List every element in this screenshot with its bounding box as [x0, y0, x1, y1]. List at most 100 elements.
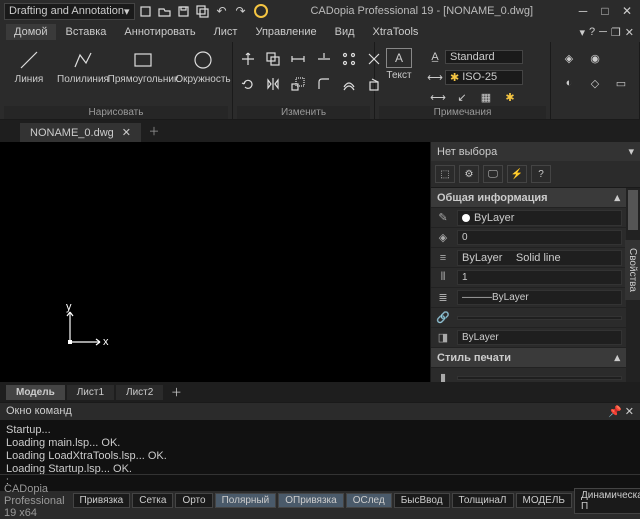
- tool-offset[interactable]: [338, 73, 360, 95]
- prop-layer[interactable]: 0: [457, 230, 622, 245]
- prop-plotstyle[interactable]: [457, 376, 622, 380]
- tool-copy[interactable]: [262, 48, 284, 70]
- tool-polyline[interactable]: Полилиния: [58, 48, 108, 85]
- dimstyle-dropdown[interactable]: ✱ISO-25: [445, 70, 523, 85]
- linetype-icon: ≡: [435, 252, 451, 264]
- textstyle-dropdown[interactable]: Standard: [445, 50, 523, 64]
- menu-insert[interactable]: Вставка: [58, 24, 115, 40]
- help-icon[interactable]: ?: [531, 165, 551, 183]
- chevron-down-icon[interactable]: ▾: [579, 26, 585, 39]
- workspace-dropdown[interactable]: Drafting and Annotation ▾: [4, 3, 135, 20]
- tool-trim[interactable]: [313, 48, 335, 70]
- tab-sheet2[interactable]: Лист2: [116, 385, 163, 400]
- quickselect-icon[interactable]: ⚙: [459, 165, 479, 183]
- prop-ltscale[interactable]: 1: [457, 270, 622, 285]
- dim-linear-icon[interactable]: ⟷: [427, 86, 449, 108]
- command-log: Startup... Loading main.lsp... OK. Loadi…: [0, 420, 640, 474]
- doc-minimize-icon[interactable]: ─: [599, 26, 607, 39]
- window-title: CADopia Professional 19 - [NONAME_0.dwg]: [273, 5, 571, 17]
- command-input[interactable]: :: [0, 474, 640, 490]
- save-icon[interactable]: [176, 3, 192, 19]
- tool-mirror[interactable]: [262, 73, 284, 95]
- layer-icon: ◈: [435, 231, 451, 244]
- drop-icon[interactable]: ◇: [584, 72, 606, 94]
- status-app: CADopia Professional 19 x64: [4, 483, 65, 519]
- chevron-down-icon[interactable]: ▾: [628, 145, 634, 158]
- svg-text:x: x: [103, 336, 109, 348]
- palette-icon[interactable]: ▭: [610, 72, 632, 94]
- properties-side-tab[interactable]: Свойства: [625, 240, 640, 300]
- tool-line[interactable]: Линия: [4, 48, 54, 85]
- doc-close-icon[interactable]: ✕: [625, 26, 634, 39]
- saveall-icon[interactable]: [195, 3, 211, 19]
- close-tab-icon[interactable]: ✕: [122, 126, 131, 139]
- section-plotstyle[interactable]: Стиль печати▴: [431, 348, 626, 368]
- maximize-button[interactable]: □: [596, 4, 614, 18]
- menu-xtratools[interactable]: XtraTools: [365, 24, 427, 40]
- prop-transparency[interactable]: ByLayer: [457, 330, 622, 345]
- close-icon[interactable]: ✕: [625, 406, 634, 418]
- prop-lineweight[interactable]: ———ByLayer: [457, 290, 622, 305]
- menu-home[interactable]: Домой: [6, 24, 56, 40]
- scrollbar-thumb[interactable]: [628, 190, 638, 230]
- menu-view[interactable]: Вид: [327, 24, 363, 40]
- section-general[interactable]: Общая информация▴: [431, 188, 626, 208]
- new-tab-button[interactable]: ＋: [143, 120, 165, 142]
- prop-linetype[interactable]: ByLayer Solid line: [457, 250, 622, 266]
- tool-fillet[interactable]: [313, 73, 335, 95]
- status-snap[interactable]: Привязка: [73, 493, 131, 508]
- tool-text[interactable]: AТекст: [379, 48, 419, 81]
- add-sheet-button[interactable]: ＋: [165, 381, 187, 403]
- menu-annotate[interactable]: Аннотировать: [116, 24, 203, 40]
- status-otrack[interactable]: ОСлед: [346, 493, 392, 508]
- selection-dropdown[interactable]: Нет выбора: [437, 146, 497, 158]
- dim-leader-icon[interactable]: ↙: [451, 86, 473, 108]
- status-grid[interactable]: Сетка: [132, 493, 173, 508]
- doc-tab[interactable]: NONAME_0.dwg✕: [20, 123, 141, 142]
- link-icon: 🔗: [435, 311, 451, 324]
- annoscale-icon[interactable]: ✱: [499, 86, 521, 108]
- tool-stretch[interactable]: [287, 48, 309, 70]
- pick-icon[interactable]: ⬚: [435, 165, 455, 183]
- tool-pattern[interactable]: [338, 48, 360, 70]
- menu-sheet[interactable]: Лист: [206, 24, 246, 40]
- status-qinput[interactable]: БысВвод: [394, 493, 450, 508]
- pin-icon[interactable]: 📌: [608, 406, 622, 418]
- undo-icon[interactable]: ↶: [214, 3, 230, 19]
- status-model[interactable]: МОДЕЛЬ: [516, 493, 572, 508]
- dim-table-icon[interactable]: ▦: [475, 86, 497, 108]
- status-polar[interactable]: Полярный: [215, 493, 277, 508]
- menu-manage[interactable]: Управление: [247, 24, 324, 40]
- prop-hyperlink[interactable]: [457, 316, 622, 320]
- ribbon-group-draw: Нарисовать: [4, 106, 228, 119]
- tool-move[interactable]: [237, 48, 259, 70]
- textstyle-icon: A̲: [427, 46, 443, 68]
- tool-rotate[interactable]: [237, 73, 259, 95]
- drawing-canvas[interactable]: x y: [0, 142, 430, 382]
- layers-icon[interactable]: ◈: [558, 47, 580, 69]
- doc-restore-icon[interactable]: ❐: [611, 26, 621, 39]
- minimize-button[interactable]: ─: [574, 4, 592, 18]
- properties-panel: Нет выбора▾ ⬚ ⚙ 🖵 ⚡ ? Общая информация▴ …: [430, 142, 640, 382]
- status-osnap[interactable]: ОПривязка: [278, 493, 343, 508]
- status-ortho[interactable]: Орто: [175, 493, 212, 508]
- ltscale-icon: ⫴: [435, 271, 451, 284]
- tool-rectangle[interactable]: Прямоугольник: [112, 48, 174, 85]
- help-icon[interactable]: ?: [589, 26, 595, 39]
- close-button[interactable]: ✕: [618, 4, 636, 18]
- tool-circle[interactable]: Окружность: [178, 48, 228, 85]
- tab-model[interactable]: Модель: [6, 385, 65, 400]
- hatch-cycle-icon[interactable]: ◐: [558, 72, 580, 94]
- monitor-icon[interactable]: 🖵: [483, 165, 503, 183]
- tool-scale[interactable]: [287, 73, 309, 95]
- dimstyle-icon: ⟷: [427, 66, 443, 88]
- toggle-icon[interactable]: ⚡: [507, 165, 527, 183]
- layer-states-icon[interactable]: ◉: [584, 47, 606, 69]
- tab-sheet1[interactable]: Лист1: [67, 385, 114, 400]
- prop-color[interactable]: ByLayer: [457, 210, 622, 226]
- redo-icon[interactable]: ↷: [233, 3, 249, 19]
- new-icon[interactable]: [138, 3, 154, 19]
- ucs-icon: x y: [60, 302, 110, 352]
- open-icon[interactable]: [157, 3, 173, 19]
- status-lwt[interactable]: ТолщинаЛ: [452, 493, 514, 508]
